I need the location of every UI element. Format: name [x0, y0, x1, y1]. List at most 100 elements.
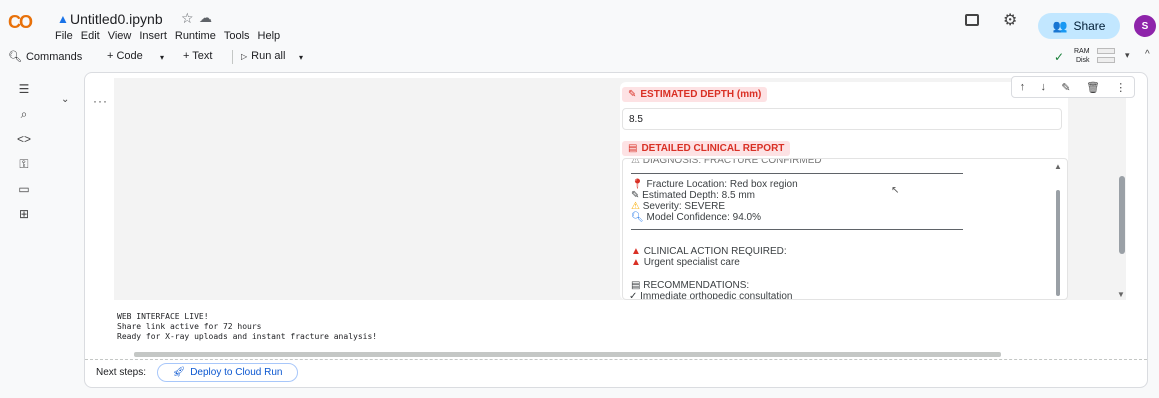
colab-logo-text: CO — [8, 12, 33, 32]
share-button[interactable]: 👥 Share — [1038, 13, 1120, 39]
left-rail: ☰ ⌕ <> ⚿ ▭ ⊞ — [0, 70, 44, 398]
run-all-dropdown-icon[interactable]: ▾ — [299, 53, 303, 62]
report-line-location: 📍︎ Fracture Location: Red box region — [631, 179, 798, 190]
siren-icon: ▲ — [631, 257, 641, 268]
drive-icon: ▲ — [57, 12, 69, 26]
menu-tools[interactable]: Tools — [224, 30, 250, 42]
report-line-confidence: 🔍︎ Model Confidence: 94.0% — [631, 212, 761, 223]
report-line-recommendations: ▤ RECOMMENDATIONS: — [631, 280, 749, 291]
toolbar: 🔍︎ Commands + Code ▾ + Text ▷ Run all ▾ — [0, 44, 1159, 70]
avatar[interactable]: S — [1134, 15, 1156, 37]
rocket-icon: 🚀︎ — [172, 367, 186, 378]
check-icon: ✓ — [1054, 50, 1065, 64]
report-line-action-heading: ▲ CLINICAL ACTION REQUIRED: — [631, 246, 787, 257]
menu-bar: File Edit View Insert Runtime Tools Help — [55, 30, 280, 42]
table-icon[interactable]: ⊞ — [17, 207, 31, 221]
report-line-action-item: ▲ Urgent specialist care — [631, 257, 740, 268]
chevron-down-icon[interactable]: ⌄ — [61, 94, 69, 105]
scroll-down-icon[interactable]: ▼ — [1117, 290, 1125, 299]
warning-icon: ⚠ — [631, 201, 640, 212]
output-line-2: Share link active for 72 hours — [117, 322, 262, 331]
add-code-button[interactable]: + Code — [107, 50, 143, 62]
action-heading-text: CLINICAL ACTION REQUIRED: — [643, 246, 787, 257]
output-scrollbar[interactable] — [1119, 176, 1125, 254]
depth-text: Estimated Depth: 8.5 mm — [642, 190, 755, 201]
star-icon[interactable]: ☆ — [181, 10, 194, 27]
more-icon[interactable]: ··· — [93, 94, 108, 108]
report-line-severity: ⚠ Severity: SEVERE — [631, 201, 725, 212]
comment-icon[interactable] — [965, 14, 979, 26]
chevron-up-icon[interactable]: ^ — [1145, 49, 1150, 60]
ram-label: RAM — [1074, 48, 1090, 55]
report-label-text: DETAILED CLINICAL REPORT — [641, 143, 785, 154]
folder-icon[interactable]: ▭ — [17, 182, 31, 196]
runtime-dropdown-icon[interactable]: ▾ — [1125, 50, 1130, 61]
report-label: ▤ DETAILED CLINICAL REPORT — [622, 141, 791, 156]
commands-button[interactable]: 🔍︎ Commands — [8, 50, 83, 64]
move-down-icon[interactable]: ↓ — [1041, 81, 1047, 93]
add-text-label: + Text — [183, 50, 213, 62]
run-all-button[interactable]: ▷ Run all — [241, 50, 285, 62]
depth-label: ✎ ESTIMATED DEPTH (mm) — [622, 87, 768, 102]
menu-file[interactable]: File — [55, 30, 73, 42]
run-all-label: Run all — [251, 50, 286, 62]
edit-icon[interactable]: ✎ — [1061, 81, 1070, 94]
pin-icon: 📍︎ — [631, 179, 644, 190]
report-line-depth: ✎ Estimated Depth: 8.5 mm — [631, 190, 755, 201]
colab-logo[interactable]: CO — [8, 12, 33, 33]
disk-label: Disk — [1075, 57, 1090, 64]
report-line-recommendation-1: ✓ Immediate orthopedic consultation — [629, 291, 793, 300]
commands-label: Commands — [25, 50, 83, 63]
report-rule — [631, 173, 963, 174]
report-line-cutoff: ⚠ DIAGNOSIS: FRACTURE CONFIRMED — [631, 158, 822, 166]
resource-monitor[interactable]: RAM Disk — [1074, 47, 1090, 65]
find-icon[interactable]: ⌕ — [17, 107, 31, 121]
toolbar-divider — [232, 50, 233, 64]
share-label: Share — [1073, 19, 1106, 33]
report-cutoff-text: DIAGNOSIS: FRACTURE CONFIRMED — [642, 158, 822, 166]
menu-insert[interactable]: Insert — [139, 30, 167, 42]
ruler-icon: ✎ — [631, 190, 640, 201]
notebook-title[interactable]: Untitled0.ipynb — [70, 11, 163, 27]
output-line-1: WEB INTERFACE LIVE! — [117, 312, 209, 321]
disk-bar — [1097, 57, 1115, 63]
depth-label-text: ESTIMATED DEPTH (mm) — [640, 89, 762, 100]
recommendations-text: RECOMMENDATIONS: — [643, 280, 750, 291]
cell-output-text: WEB INTERFACE LIVE! Share link active fo… — [117, 312, 377, 342]
key-icon[interactable]: ⚿ — [17, 157, 31, 171]
people-icon: 👥 — [1052, 19, 1068, 33]
siren-icon: ▲ — [631, 246, 641, 257]
horizontal-scrollbar[interactable] — [134, 352, 1001, 357]
more-vert-icon[interactable]: ⋮ — [1115, 81, 1126, 94]
header: CO ▲ Untitled0.ipynb ☆ ☁ File Edit View … — [0, 0, 1159, 44]
depth-value-field[interactable]: 8.5 — [622, 108, 1062, 130]
confidence-text: Model Confidence: 94.0% — [646, 212, 762, 223]
move-up-icon[interactable]: ↑ — [1020, 81, 1026, 93]
deploy-cloud-run-button[interactable]: 🚀︎ Deploy to Cloud Run — [157, 363, 298, 382]
add-code-label: + Code — [107, 50, 143, 62]
cell-toolbar: ↑ ↓ ✎ 🗑︎ ⋮ — [1011, 76, 1135, 98]
report-rule — [631, 229, 963, 230]
gear-icon[interactable]: ⚙ — [1003, 10, 1017, 30]
code-snippets-icon[interactable]: <> — [17, 132, 31, 146]
cloud-icon[interactable]: ☁ — [199, 10, 212, 26]
toc-icon[interactable]: ☰ — [17, 82, 31, 96]
mouse-cursor-icon: ↖ — [891, 185, 900, 196]
menu-edit[interactable]: Edit — [81, 30, 100, 42]
code-dropdown-icon[interactable]: ▾ — [160, 53, 164, 62]
menu-runtime[interactable]: Runtime — [175, 30, 216, 42]
report-scrollbar[interactable] — [1056, 190, 1060, 296]
deploy-label: Deploy to Cloud Run — [190, 367, 283, 378]
menu-view[interactable]: View — [108, 30, 132, 42]
action-item-text: Urgent specialist care — [643, 257, 740, 268]
ram-bar — [1097, 48, 1115, 54]
report-textbox[interactable]: ⚠ DIAGNOSIS: FRACTURE CONFIRMED 📍︎ Fract… — [622, 158, 1068, 300]
ruler-icon: ✎ — [628, 89, 637, 100]
add-text-button[interactable]: + Text — [183, 50, 212, 62]
play-icon: ▷ — [241, 51, 248, 61]
delete-icon[interactable]: 🗑︎ — [1086, 81, 1100, 94]
document-icon: ▤ — [628, 143, 638, 154]
menu-help[interactable]: Help — [258, 30, 281, 42]
location-text: Fracture Location: Red box region — [646, 179, 798, 190]
scroll-up-icon[interactable]: ▲ — [1054, 162, 1062, 171]
